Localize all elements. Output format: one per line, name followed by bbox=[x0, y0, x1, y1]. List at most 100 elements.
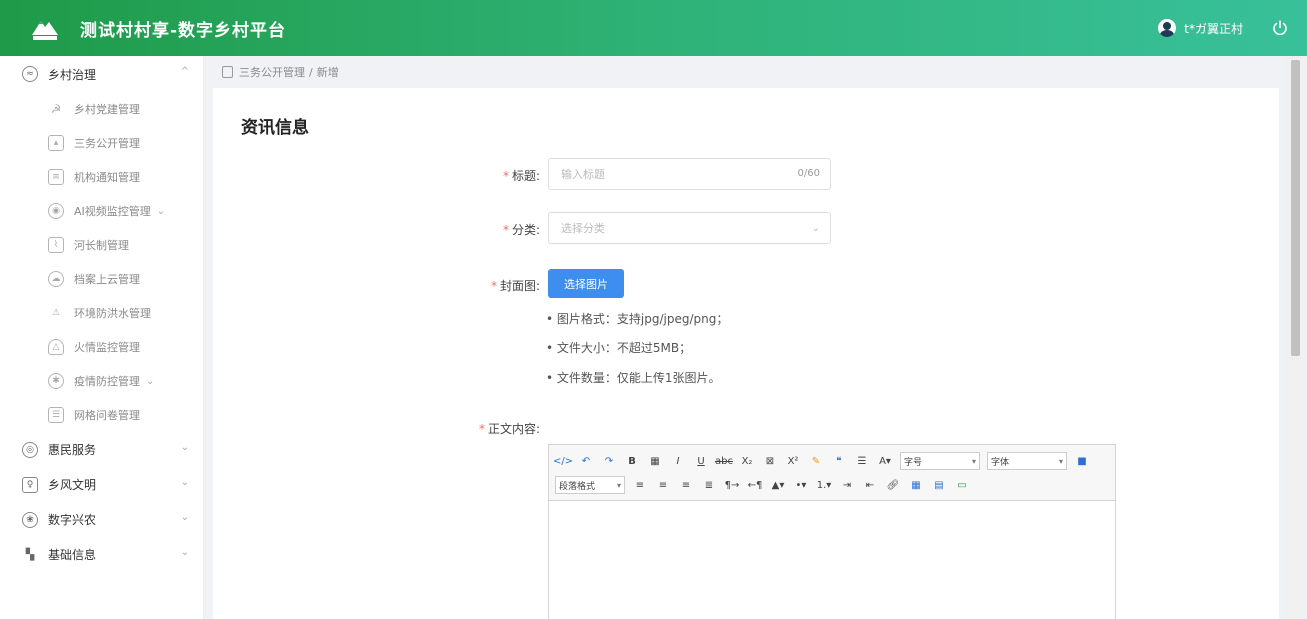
page-title: 资讯信息 bbox=[241, 118, 309, 138]
align-justify-icon[interactable]: ≣ bbox=[701, 477, 717, 493]
logout-power-icon[interactable] bbox=[1271, 19, 1289, 37]
user-avatar-icon[interactable] bbox=[1158, 19, 1177, 37]
cover-label: * 封面图: bbox=[490, 279, 540, 293]
title-input-placeholder: 输入标题 bbox=[561, 168, 605, 181]
civilization-icon: ♀ bbox=[22, 476, 38, 493]
bold-icon[interactable]: B bbox=[624, 453, 640, 469]
page-scrollbar[interactable] bbox=[1284, 56, 1307, 619]
toolbar-row-2: 段落格式 ▾ ≡ ≡ ≡ ≣ ¶→ ←¶ ▲▾ •▾ 1.▾ ⇥ ⇤ 🔗︎ ▦ ▤… bbox=[555, 473, 1109, 497]
chevron-down-icon: ⌄ bbox=[811, 223, 820, 234]
chevron-down-icon: ⌄ bbox=[180, 512, 189, 523]
app-logo bbox=[30, 13, 60, 43]
blockquote-icon[interactable]: ❝ bbox=[831, 453, 847, 469]
survey-icon: ☰ bbox=[48, 407, 64, 423]
rich-text-editor[interactable]: </> ↶ ↷ B ▦ I U abc X₂ ⊠ X² ✎ ❝ ☰ A▾ 字号 ▾… bbox=[548, 444, 1116, 619]
table-icon[interactable]: ▦ bbox=[908, 477, 924, 493]
sidebar-item-ai-video[interactable]: ◉ AI视频监控管理 ⌄ bbox=[0, 194, 203, 228]
top-header: 测试村村享-数字乡村平台 t*ガ翼正村 bbox=[0, 0, 1307, 56]
select-image-button[interactable]: 选择图片 bbox=[548, 269, 624, 298]
sidebar-item-notice[interactable]: ≡ 机构通知管理 bbox=[0, 160, 203, 194]
remove-format-icon[interactable]: ⊠ bbox=[762, 453, 778, 469]
background-color-icon[interactable]: ▲▾ bbox=[770, 477, 786, 493]
sidebar-item-cloud-archive[interactable]: ☁ 档案上云管理 bbox=[0, 262, 203, 296]
align-right-icon[interactable]: ≡ bbox=[678, 477, 694, 493]
sidebar-item-survey[interactable]: ☰ 网格问卷管理 bbox=[0, 398, 203, 432]
undo-icon[interactable]: ↶ bbox=[578, 453, 594, 469]
breadcrumb-current: 新增 bbox=[316, 66, 339, 79]
chevron-up-icon: ^ bbox=[180, 66, 189, 77]
eraser-icon[interactable]: ✎ bbox=[808, 453, 824, 469]
title-label: * 标题: bbox=[502, 169, 540, 183]
paragraph-format-select[interactable]: 段落格式 ▾ bbox=[555, 476, 625, 494]
hint-size: • 文件大小：不超过5MB； bbox=[546, 341, 692, 355]
breadcrumb-section[interactable]: 三务公开管理 bbox=[239, 64, 305, 80]
category-label: * 分类: bbox=[502, 223, 540, 237]
sidebar: ≈ 乡村治理 ^ ☭ 乡村党建管理 ▴ 三务公开管理 ≡ 机构通知管理 ◉ AI… bbox=[0, 56, 204, 619]
indent-icon[interactable]: ⇥ bbox=[839, 477, 855, 493]
sidebar-item-services[interactable]: ◎ 惠民服务 ⌄ bbox=[0, 432, 203, 467]
sidebar-item-fire[interactable]: △ 火情监控管理 bbox=[0, 330, 203, 364]
scrollbar-thumb[interactable] bbox=[1291, 60, 1300, 356]
document-icon bbox=[222, 66, 233, 78]
horizontal-rule-icon[interactable]: ☰ bbox=[854, 453, 870, 469]
chevron-down-icon: ⌄ bbox=[146, 375, 155, 387]
chevron-down-icon: ⌄ bbox=[180, 442, 189, 453]
title-input[interactable]: 输入标题 0/60 bbox=[548, 158, 831, 190]
superscript-icon[interactable]: X² bbox=[785, 453, 801, 469]
insert-picture-icon[interactable]: ▭ bbox=[954, 477, 970, 493]
user-name[interactable]: t*ガ翼正村 bbox=[1184, 20, 1243, 37]
source-code-icon[interactable]: </> bbox=[553, 453, 573, 469]
party-building-icon: ☭ bbox=[50, 102, 62, 116]
toolbar-row-1: </> ↶ ↷ B ▦ I U abc X₂ ⊠ X² ✎ ❝ ☰ A▾ 字号 ▾… bbox=[553, 449, 1109, 473]
sidebar-item-public-affairs[interactable]: ▴ 三务公开管理 bbox=[0, 126, 203, 160]
public-affairs-icon: ▴ bbox=[48, 135, 64, 151]
italic-icon[interactable]: I bbox=[670, 453, 686, 469]
breadcrumb-separator: / bbox=[309, 65, 313, 79]
font-family-select[interactable]: 字体 ▾ bbox=[987, 452, 1067, 470]
sidebar-item-civilization[interactable]: ♀ 乡风文明 ⌄ bbox=[0, 467, 203, 502]
sidebar-item-party-building[interactable]: ☭ 乡村党建管理 bbox=[0, 92, 203, 126]
ordered-list-icon[interactable]: 1.▾ bbox=[816, 477, 832, 493]
link-icon[interactable]: 🔗︎ bbox=[885, 477, 901, 493]
redo-icon[interactable]: ↷ bbox=[601, 453, 617, 469]
title-char-counter: 0/60 bbox=[797, 168, 820, 179]
underline-icon[interactable]: U bbox=[693, 453, 709, 469]
hint-format: • 图片格式：支持jpg/jpeg/png； bbox=[546, 312, 729, 326]
outdent-icon[interactable]: ⇤ bbox=[862, 477, 878, 493]
info-icon: ▚ bbox=[25, 548, 35, 561]
hint-count: • 文件数量：仅能上传1张图片。 bbox=[546, 371, 721, 385]
sidebar-item-agriculture[interactable]: ❀ 数字兴农 ⌄ bbox=[0, 502, 203, 537]
header-user-area: t*ガ翼正村 bbox=[1158, 0, 1289, 56]
category-placeholder: 选择分类 bbox=[561, 222, 605, 235]
service-icon: ◎ bbox=[22, 441, 38, 458]
image-icon[interactable]: ▤ bbox=[931, 477, 947, 493]
category-select[interactable]: 选择分类 ⌄ bbox=[548, 212, 831, 244]
camera-icon: ◉ bbox=[48, 203, 64, 219]
format-painter-icon[interactable]: ▦ bbox=[647, 453, 663, 469]
notice-icon: ≡ bbox=[48, 169, 64, 185]
epidemic-icon: ✱ bbox=[48, 373, 64, 389]
content-label: * 正文内容: bbox=[478, 422, 540, 436]
align-center-icon[interactable]: ≡ bbox=[655, 477, 671, 493]
rtl-icon[interactable]: ←¶ bbox=[747, 477, 763, 493]
sidebar-item-epidemic[interactable]: ✱ 疫情防控管理 ⌄ bbox=[0, 364, 203, 398]
sidebar-item-river-chief[interactable]: ⌇ 河长制管理 bbox=[0, 228, 203, 262]
ltr-icon[interactable]: ¶→ bbox=[724, 477, 740, 493]
fullscreen-icon[interactable]: ■ bbox=[1074, 453, 1090, 469]
subscript-icon[interactable]: X₂ bbox=[739, 453, 755, 469]
font-color-icon[interactable]: A▾ bbox=[877, 453, 893, 469]
sidebar-item-flood[interactable]: ⚠ 环境防洪水管理 bbox=[0, 296, 203, 330]
main-content: 资讯信息 * 标题: 输入标题 0/60 * 分类: 选择分类 ⌄ * 封面图: 选择… bbox=[213, 88, 1279, 619]
river-icon: ⌇ bbox=[48, 237, 64, 253]
chevron-down-icon: ⌄ bbox=[156, 205, 166, 217]
flood-icon: ⚠ bbox=[51, 308, 61, 318]
sidebar-item-basic-info[interactable]: ▚ 基础信息 ⌄ bbox=[0, 537, 203, 572]
agriculture-icon: ❀ bbox=[22, 511, 38, 528]
strikethrough-icon[interactable]: abc bbox=[715, 453, 733, 469]
fire-icon: △ bbox=[48, 339, 64, 355]
align-left-icon[interactable]: ≡ bbox=[632, 477, 648, 493]
app-title: 测试村村享-数字乡村平台 bbox=[80, 20, 287, 41]
sidebar-item-rural-governance[interactable]: ≈ 乡村治理 ^ bbox=[0, 56, 203, 92]
font-size-select[interactable]: 字号 ▾ bbox=[900, 452, 980, 470]
unordered-list-icon[interactable]: •▾ bbox=[793, 477, 809, 493]
